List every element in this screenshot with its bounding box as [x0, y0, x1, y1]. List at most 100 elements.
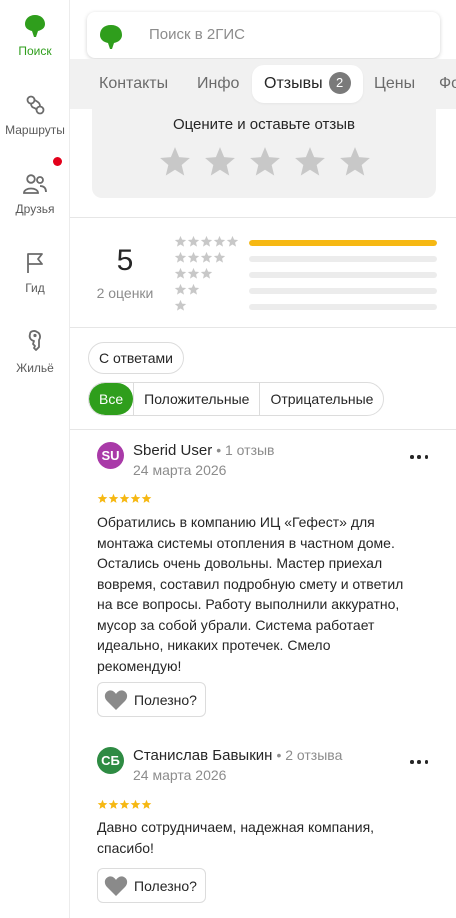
more-options-button[interactable] [410, 450, 428, 464]
reviews-count-badge: 2 [328, 72, 351, 94]
rate-title: Оцените и оставьте отзыв [172, 116, 356, 133]
rate-star-1[interactable] [158, 145, 192, 179]
author-name: Sberid User [133, 442, 213, 459]
star-icon [174, 251, 187, 263]
rate-star-5[interactable] [338, 145, 372, 179]
star-icon [187, 235, 200, 247]
avatar: СБ [97, 747, 124, 774]
distribution-bar-fill [249, 240, 437, 246]
flag-icon [27, 253, 43, 273]
star-icon [174, 283, 187, 295]
sidebar-item-label: Жильё [16, 361, 54, 375]
tab-contacts[interactable]: Контакты [99, 65, 168, 103]
notification-dot [53, 157, 62, 166]
tab-label: Отзывы [264, 75, 323, 92]
sidebar-item-label: Маршруты [5, 123, 65, 137]
ratings-count: 2 оценки [96, 285, 154, 301]
star-icon [97, 799, 108, 809]
helpful-button[interactable]: Полезно? [97, 868, 206, 903]
search-input[interactable]: Поиск в 2ГИС [87, 12, 440, 58]
star-icon [226, 235, 239, 247]
star-icon [174, 235, 187, 247]
author-review-count: • 1 отзыв [216, 442, 275, 458]
distribution-bar [249, 288, 437, 294]
star-icon [130, 493, 141, 503]
star-icon [187, 267, 200, 279]
rate-star-2[interactable] [203, 145, 237, 179]
distribution-bar [249, 256, 437, 262]
star-icon [187, 251, 200, 263]
distribution-bar [249, 272, 437, 278]
star-icon [187, 283, 200, 295]
sidebar-item-housing[interactable]: Жильё [0, 329, 70, 375]
rate-section: Оцените и оставьте отзыв [70, 109, 456, 218]
tab-info[interactable]: Инфо [197, 65, 239, 103]
star-icon [213, 235, 226, 247]
review-author[interactable]: Станислав Бавыкин • 2 отзыва [133, 747, 342, 764]
star-icon [130, 799, 141, 809]
review-date: 24 марта 2026 [133, 767, 227, 783]
review-author[interactable]: Sberid User • 1 отзыв [133, 442, 275, 459]
sidebar-item-label: Друзья [15, 202, 55, 216]
star-icon [119, 493, 130, 503]
star-icon [108, 493, 119, 503]
review-card: SU Sberid User • 1 отзыв 24 марта 2026 Об… [70, 442, 456, 732]
distribution-stars [174, 299, 244, 313]
top-bar: Поиск в 2ГИС [70, 0, 456, 60]
more-options-button[interactable] [410, 755, 428, 769]
distribution-bar [249, 304, 437, 310]
review-text: Обратились в компанию ИЦ «Гефест» для мо… [97, 514, 404, 674]
star-icon [200, 251, 213, 263]
star-icon [174, 267, 187, 279]
sidebar-item-label: Поиск [18, 44, 52, 58]
key-icon [28, 330, 41, 351]
left-sidebar: Поиск Маршруты Друзья Гид Жильё [0, 0, 70, 918]
sidebar-item-friends[interactable]: Друзья [0, 172, 70, 216]
tab-prices[interactable]: Цены [374, 65, 415, 103]
helpful-label: Полезно? [134, 691, 197, 708]
filter-all[interactable]: Все [89, 383, 134, 415]
filter-positive[interactable]: Положительные [133, 383, 259, 415]
tab-photos[interactable]: Фо [439, 65, 456, 103]
rate-box: Оцените и оставьте отзыв [92, 109, 436, 198]
heart-icon [104, 875, 128, 896]
helpful-label: Полезно? [134, 877, 197, 894]
filter-negative[interactable]: Отрицательные [259, 383, 383, 415]
star-icon [213, 251, 226, 263]
with-replies-chip[interactable]: С ответами [88, 342, 184, 374]
sidebar-item-search[interactable]: Поиск [0, 14, 70, 58]
rate-star-3[interactable] [248, 145, 282, 179]
leaf-pin-icon [25, 15, 45, 37]
review-rating [97, 799, 152, 809]
avatar: SU [97, 442, 124, 469]
review-text: Давно сотрудничаем, надежная компания, с… [97, 819, 375, 856]
star-icon [200, 267, 213, 279]
tab-reviews[interactable]: Отзывы 2 [252, 65, 363, 103]
rate-stars [158, 145, 372, 179]
review-filter-segment: Все Положительные Отрицательные [88, 382, 385, 416]
sidebar-item-guide[interactable]: Гид [0, 251, 70, 295]
star-icon [200, 235, 213, 247]
distribution-bar [249, 240, 437, 246]
star-icon [141, 799, 152, 809]
friends-icon [23, 174, 47, 194]
divider [70, 429, 456, 430]
star-icon [108, 799, 119, 809]
distribution-stars [174, 283, 244, 297]
leaf-pin-icon [100, 25, 122, 49]
rating-summary: 5 2 оценки [70, 218, 456, 328]
author-name: Станислав Бавыкин [133, 747, 273, 764]
sidebar-item-routes[interactable]: Маршруты [0, 93, 70, 137]
star-icon [97, 493, 108, 503]
distribution-stars [174, 267, 244, 281]
heart-icon [104, 689, 128, 710]
route-icon [26, 95, 45, 115]
helpful-button[interactable]: Полезно? [97, 682, 206, 717]
sidebar-item-label: Гид [25, 281, 45, 295]
rate-star-4[interactable] [293, 145, 327, 179]
review-date: 24 марта 2026 [133, 462, 227, 478]
star-icon [174, 299, 187, 311]
star-icon [141, 493, 152, 503]
review-rating [97, 493, 152, 503]
average-rating: 5 [116, 244, 134, 277]
